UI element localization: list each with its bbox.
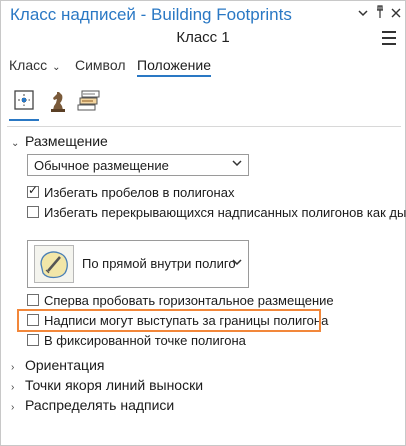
checkbox-label: Сперва пробовать горизонтальное размещен… bbox=[44, 293, 334, 308]
chevron-right-icon: › bbox=[11, 362, 15, 373]
close-icon[interactable] bbox=[388, 5, 404, 23]
conflict-resolution-icon[interactable] bbox=[77, 89, 101, 113]
chevron-down-icon: ⌄ bbox=[11, 138, 20, 149]
checkbox-label: Избегать пробелов в полигонах bbox=[44, 185, 235, 200]
placement-position-picker[interactable]: По прямой внутри полиго bbox=[27, 240, 249, 288]
checkbox-label: Избегать перекрывающихся надписанных пол… bbox=[44, 205, 406, 220]
class-name: Класс 1 bbox=[176, 29, 230, 46]
section-placement-label: Размещение bbox=[25, 133, 108, 149]
menu-icon[interactable] bbox=[382, 31, 396, 45]
checkbox-box[interactable] bbox=[27, 294, 39, 306]
chevron-down-icon bbox=[232, 258, 242, 269]
section-leader-anchor[interactable]: › Точки якоря линий выноски bbox=[11, 377, 203, 393]
active-icon-tab-indicator bbox=[9, 119, 39, 121]
checkbox-label: В фиксированной точке полигона bbox=[44, 333, 246, 348]
section-spread-labels[interactable]: › Распределять надписи bbox=[11, 397, 174, 413]
section-spread-labels-label: Распределять надписи bbox=[25, 397, 175, 413]
pane-title: Класс надписей - Building Footprints bbox=[10, 5, 292, 24]
pin-icon[interactable] bbox=[372, 5, 388, 23]
chess-knight-icon[interactable] bbox=[47, 89, 71, 113]
section-placement[interactable]: ⌄ Размещение bbox=[11, 133, 108, 149]
checkbox-box[interactable] bbox=[27, 334, 39, 346]
highlight-box bbox=[17, 309, 321, 332]
section-orientation[interactable]: › Ориентация bbox=[11, 357, 104, 373]
pane-titlebar: Класс надписей - Building Footprints bbox=[1, 1, 405, 29]
placement-icon[interactable] bbox=[13, 89, 37, 113]
chevron-down-icon bbox=[232, 159, 242, 170]
tab-class-label: Класс bbox=[9, 57, 48, 73]
tab-symbol[interactable]: Символ bbox=[75, 57, 125, 73]
label-class-pane: Класс надписей - Building Footprints Кла… bbox=[0, 0, 406, 446]
placement-type-dropdown[interactable]: Обычное размещение bbox=[27, 154, 249, 176]
checkbox-box[interactable]: ✓ bbox=[27, 183, 39, 198]
checkmark-icon: ✓ bbox=[28, 183, 39, 197]
section-orientation-label: Ориентация bbox=[25, 357, 105, 373]
straight-in-polygon-icon bbox=[34, 245, 74, 283]
chevron-right-icon: › bbox=[11, 382, 15, 393]
checkbox-box[interactable] bbox=[27, 206, 39, 218]
tab-class[interactable]: Класс ⌄ bbox=[9, 57, 61, 73]
divider bbox=[7, 126, 401, 127]
options-dropdown-icon[interactable] bbox=[355, 5, 371, 23]
placement-type-value: Обычное размещение bbox=[34, 158, 169, 173]
section-leader-anchor-label: Точки якоря линий выноски bbox=[25, 377, 204, 393]
placement-position-label: По прямой внутри полиго bbox=[82, 256, 236, 271]
chevron-down-icon: ⌄ bbox=[52, 62, 61, 73]
active-tab-indicator bbox=[137, 75, 211, 77]
chevron-right-icon: › bbox=[11, 402, 15, 413]
tab-position[interactable]: Положение bbox=[137, 57, 211, 73]
